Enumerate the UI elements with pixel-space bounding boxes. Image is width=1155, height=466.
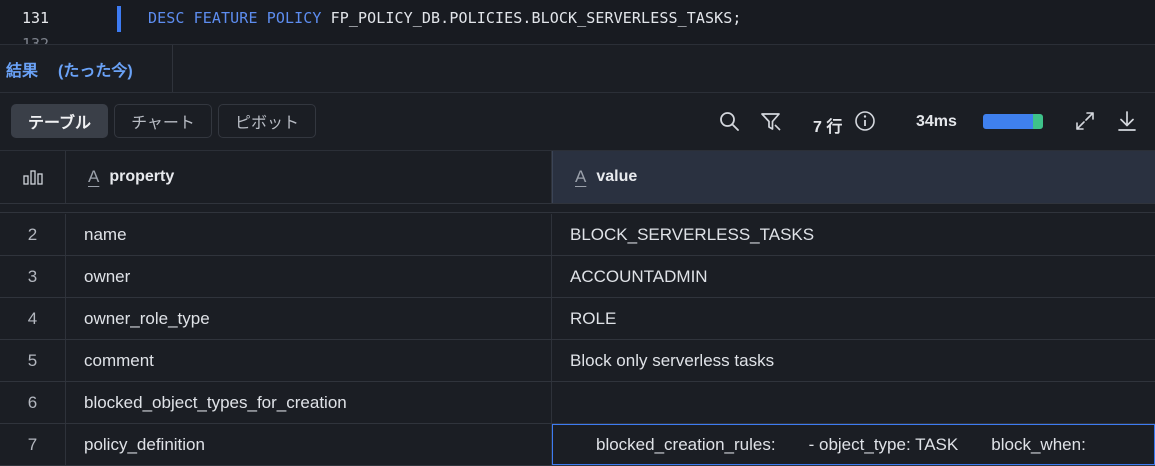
cell-value[interactable]: BLOCK_SERVERLESS_TASKS [552,214,1155,255]
cell-value-selected[interactable]: blocked_creation_rules: - object_type: T… [552,424,1155,465]
info-icon[interactable] [854,110,876,132]
tab-results-time: (たった今) [58,62,133,80]
results-grid: A property A value 2 name BLOCK_SERVERLE… [0,150,1155,466]
row-index: 2 [0,214,66,255]
table-row[interactable]: 7 policy_definition blocked_creation_rul… [0,424,1155,466]
table-row[interactable]: 5 comment Block only serverless tasks [0,340,1155,382]
results-tab-bar: 結果 (たった今) [0,45,1155,93]
line-number: 131 [22,9,50,27]
row-index: 7 [0,424,66,465]
download-icon[interactable] [1116,110,1138,132]
expand-icon[interactable] [1074,110,1096,132]
text-type-icon: A [88,167,100,186]
current-line-marker [117,6,121,32]
sql-object-name: FP_POLICY_DB.POLICIES.BLOCK_SERVERLESS_T… [321,9,742,27]
cell-property[interactable]: blocked_object_types_for_creation [66,382,552,423]
row-index: 5 [0,340,66,381]
progress-fill-primary [983,114,1033,129]
table-row[interactable]: 6 blocked_object_types_for_creation [0,382,1155,424]
tab-results-label: 結果 [6,62,39,80]
tab-results[interactable]: 結果 (たった今) [6,45,133,92]
cell-property[interactable]: owner [66,256,552,297]
cell-property[interactable]: name [66,214,552,255]
column-header-label: value [596,168,638,185]
row-count: 7 行 [813,119,843,136]
cell-value[interactable] [552,382,1155,423]
cell-property[interactable]: policy_definition [66,424,552,465]
filter-icon[interactable] [760,110,782,132]
column-header-label: property [109,168,175,185]
search-icon[interactable] [718,110,740,132]
table-row[interactable]: 3 owner ACCOUNTADMIN [0,256,1155,298]
cell-property[interactable]: comment [66,340,552,381]
sql-keywords: DESC FEATURE POLICY [148,9,322,27]
row-index: 3 [0,256,66,297]
text-type-icon: A [575,167,587,186]
line-number: 132 [22,35,50,45]
row-index: 6 [0,382,66,423]
results-toolbar: テーブル チャート ピボット 7 行 34ms [0,93,1155,149]
view-chart-button[interactable]: チャート [114,104,212,138]
row-index: 4 [0,298,66,339]
query-progress-bar [983,114,1043,129]
sql-editor[interactable]: 131 132 DESC FEATURE POLICY FP_POLICY_DB… [0,0,1155,45]
query-duration: 34ms [916,113,957,130]
cell-value[interactable]: ROLE [552,298,1155,339]
column-stats-icon [22,170,43,185]
view-pivot-button[interactable]: ピボット [218,104,316,138]
table-row[interactable]: 2 name BLOCK_SERVERLESS_TASKS [0,214,1155,256]
column-stats-header[interactable] [0,151,66,203]
tab-divider [172,45,173,92]
cell-value[interactable]: ACCOUNTADMIN [552,256,1155,297]
progress-fill-secondary [1032,114,1043,129]
column-header-property[interactable]: A property [66,151,552,203]
column-header-value[interactable]: A value [552,151,1155,203]
cell-property[interactable]: owner_role_type [66,298,552,339]
cell-value[interactable]: Block only serverless tasks [552,340,1155,381]
table-row[interactable]: 4 owner_role_type ROLE [0,298,1155,340]
view-table-button[interactable]: テーブル [11,104,108,138]
header-divider [0,203,1155,213]
sql-statement[interactable]: DESC FEATURE POLICY FP_POLICY_DB.POLICIE… [148,9,742,27]
